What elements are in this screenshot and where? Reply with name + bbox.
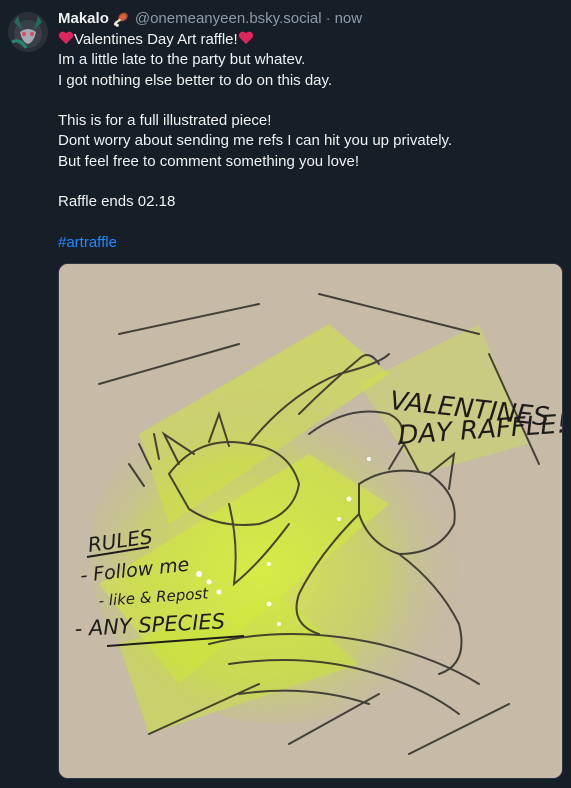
post-line: [58, 213, 563, 233]
post-header: Makalo @onemeanyeen.bsky.social · now: [58, 8, 563, 30]
raffle-sketch-artwork: VALENTINES DAY RAFFLE! RULES - Follow me…: [59, 264, 562, 778]
post-line: I got nothing else better to do on this …: [58, 71, 333, 89]
post-line: [58, 91, 563, 111]
post-line: Raffle ends 02.18: [58, 193, 176, 211]
red-heart-icon: [238, 31, 253, 44]
author-display-name[interactable]: Makalo: [58, 8, 109, 30]
red-heart-icon: [58, 31, 74, 44]
header-separator: ·: [325, 10, 331, 27]
post-line: This is for a full illustrated piece!: [58, 112, 272, 130]
post-image[interactable]: VALENTINES DAY RAFFLE! RULES - Follow me…: [58, 263, 563, 779]
author-handle[interactable]: @onemeanyeen.bsky.social: [135, 8, 322, 30]
post-line: [58, 172, 563, 192]
post-line: Im a little late to the party but whatev…: [58, 51, 306, 69]
post-content: Makalo @onemeanyeen.bsky.social · now Va…: [58, 8, 563, 253]
post-body: Valentines Day Art raffle! Im a little l…: [58, 30, 563, 253]
meat-on-bone-icon: [113, 11, 129, 27]
post-timestamp[interactable]: now: [335, 8, 363, 30]
post-line-text: Valentines Day Art raffle!: [74, 31, 238, 48]
post-line-hashtag: #artraffle: [58, 233, 563, 253]
avatar-illustration: [8, 12, 48, 52]
hashtag-link[interactable]: #artraffle: [58, 234, 117, 251]
post-line: But feel free to comment something you l…: [58, 152, 359, 170]
post-line-title: Valentines Day Art raffle!: [58, 30, 563, 50]
post-card[interactable]: Makalo @onemeanyeen.bsky.social · now Va…: [0, 0, 571, 788]
post-line: Dont worry about sending me refs I can h…: [58, 132, 453, 150]
author-avatar[interactable]: [8, 12, 48, 52]
